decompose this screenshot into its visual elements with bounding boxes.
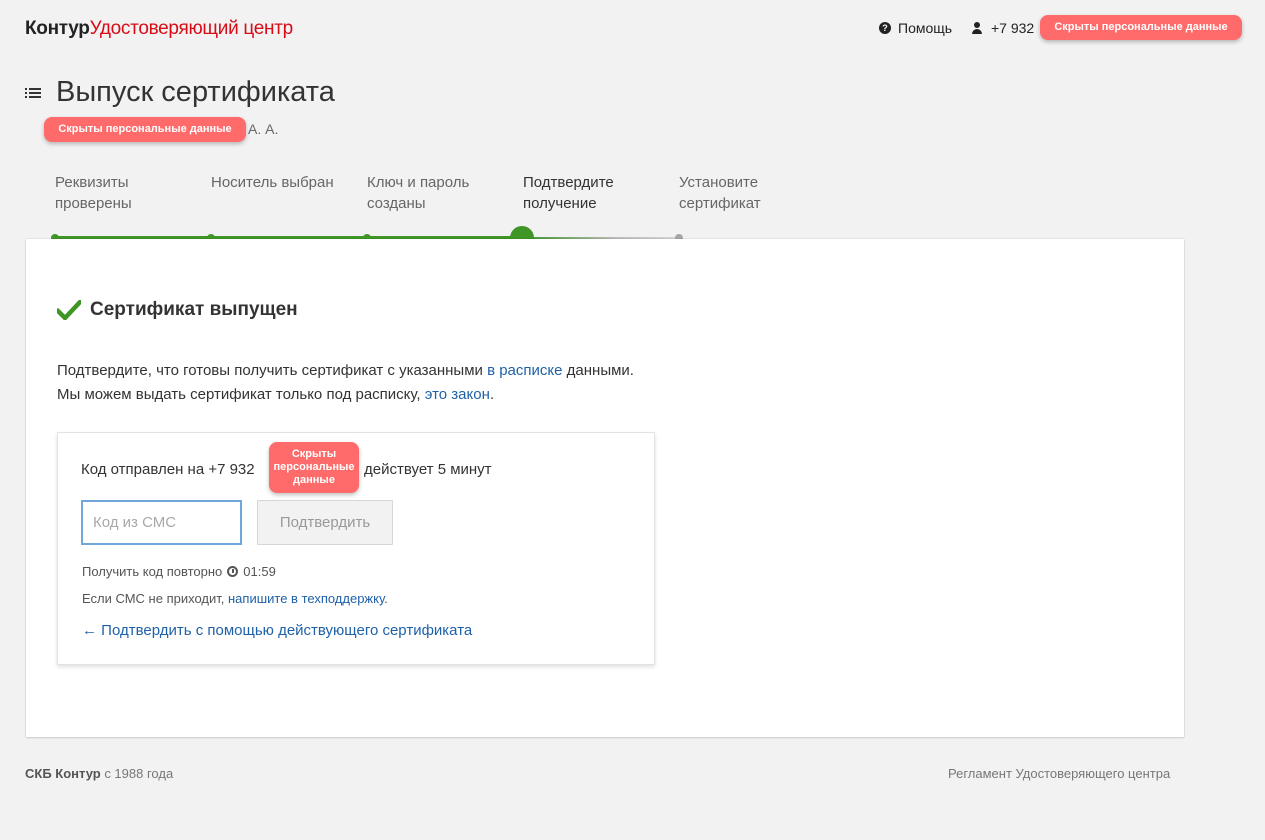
step-label: Ключ и пароль созданы	[367, 174, 470, 212]
step-label: Установите сертификат	[679, 174, 761, 212]
redaction-badge: Скрыты персональные данные	[269, 442, 359, 493]
step-label: Носитель выбран	[211, 174, 334, 191]
header: КонтурУдостоверяющий центр ? Помощь +7 9…	[0, 0, 1265, 60]
description: Подтвердите, что готовы получить сертифи…	[57, 359, 634, 407]
confirm-with-certificate-link[interactable]: ← Подтвердить с помощью действующего сер…	[82, 622, 472, 639]
receipt-link[interactable]: в расписке	[487, 362, 562, 379]
main-card: Сертификат выпущен Подтвердите, что гото…	[26, 239, 1184, 737]
confirm-button[interactable]: Подтвердить	[257, 500, 393, 545]
logo[interactable]: КонтурУдостоверяющий центр	[25, 18, 293, 40]
regulation-link[interactable]: Регламент Удостоверяющего центра	[948, 766, 1170, 781]
help-link[interactable]: ? Помощь	[879, 20, 952, 36]
clock-icon	[227, 566, 239, 577]
description-line-2: Мы можем выдать сертификат только под ра…	[57, 386, 495, 403]
user-menu[interactable]: +7 932	[971, 20, 1034, 36]
user-icon	[971, 22, 983, 34]
support-text: Если СМС не приходит, напишите в техподд…	[82, 591, 388, 606]
step-label: Реквизиты проверены	[55, 174, 132, 212]
redaction-badge: Скрыты персональные данные	[44, 117, 246, 142]
sms-code-input[interactable]	[81, 500, 242, 545]
description-line-1: Подтвердите, что готовы получить сертифи…	[57, 362, 634, 379]
status-title: Сертификат выпущен	[90, 299, 298, 320]
page-title: Выпуск сертификата	[56, 76, 335, 108]
help-label: Помощь	[898, 20, 953, 36]
code-sent-text: Код отправлен на +7 932 действует 5 мину…	[81, 461, 492, 478]
page-heading: Выпуск сертификата	[25, 76, 335, 109]
list-icon[interactable]	[25, 87, 41, 99]
user-phone: +7 932	[991, 20, 1035, 36]
owner-name: А. А.	[248, 121, 279, 137]
law-link[interactable]: это закон	[425, 386, 490, 403]
check-icon	[57, 300, 81, 320]
redaction-badge: Скрыты персональные данные	[1040, 15, 1242, 40]
logo-product: Удостоверяющий центр	[89, 18, 294, 39]
step-label-current: Подтвердите получение	[523, 174, 614, 212]
question-circle-icon: ?	[879, 22, 891, 34]
logo-brand: Контур	[25, 18, 90, 39]
status-heading: Сертификат выпущен	[57, 299, 298, 321]
footer-copyright: СКБ Контур с 1988 года	[25, 766, 174, 781]
support-link[interactable]: напишите в техподдержку	[228, 591, 384, 606]
resend-timer: Получить код повторно 01:59	[82, 564, 276, 579]
